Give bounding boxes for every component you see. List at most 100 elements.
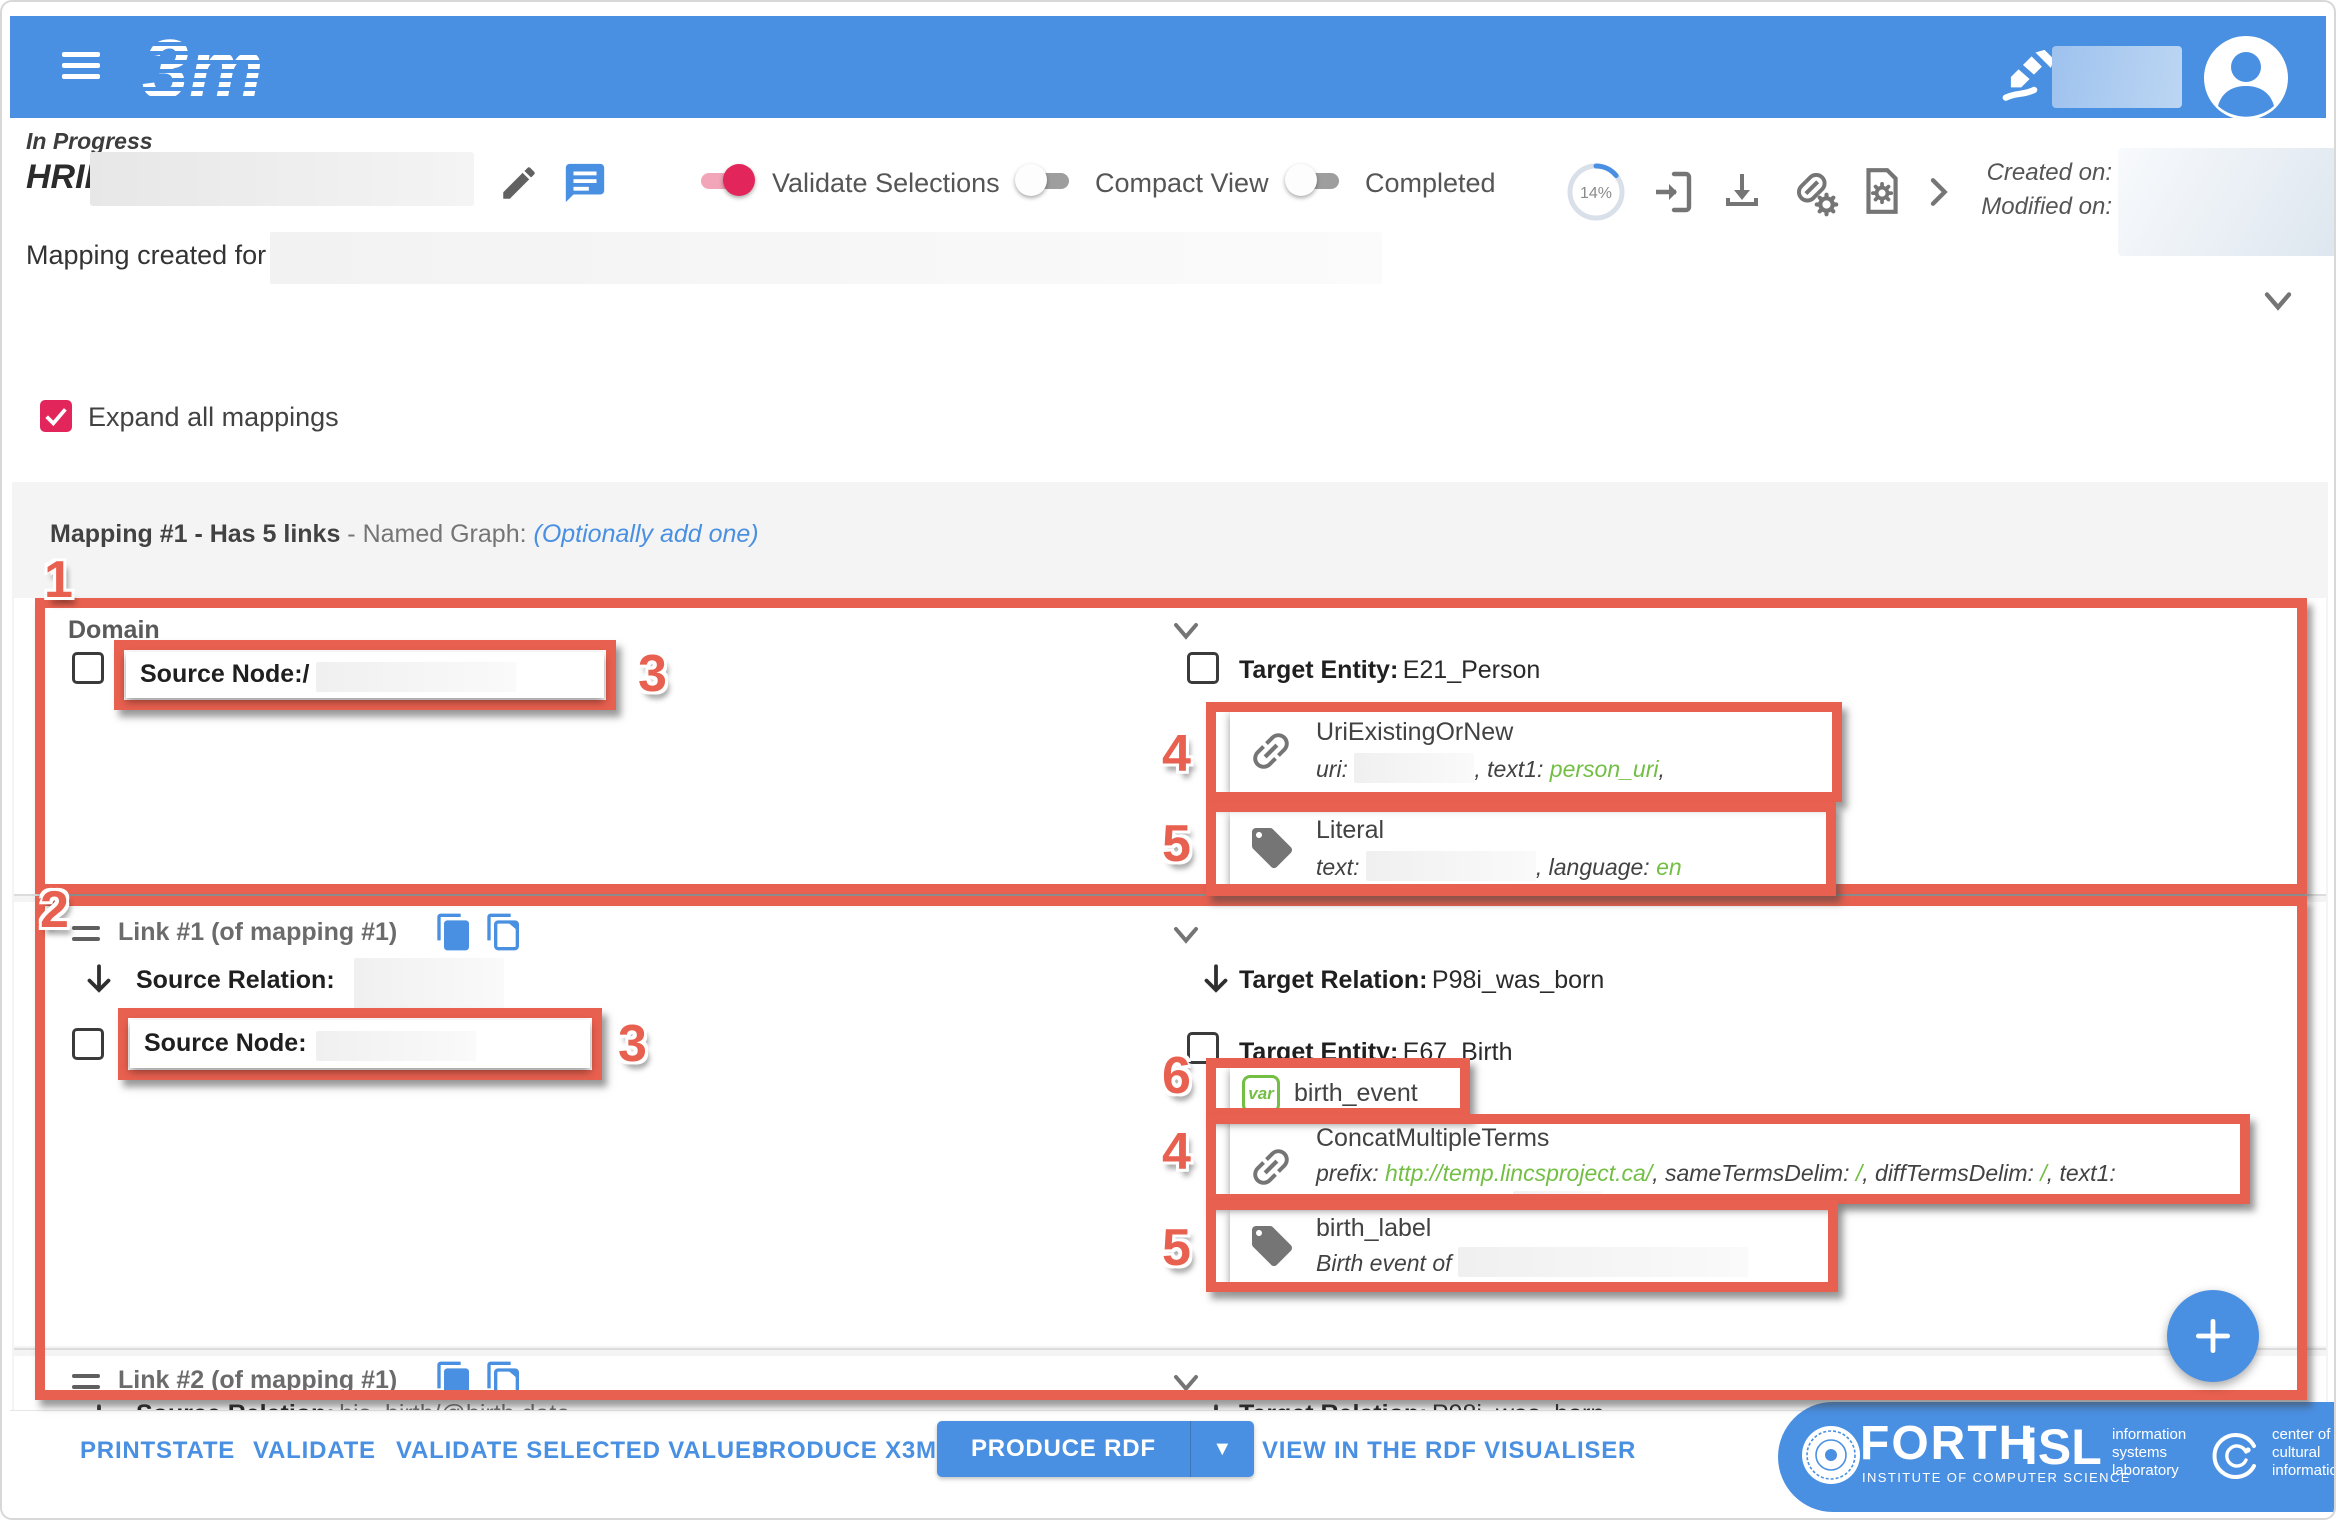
- redacted-value: [1354, 753, 1474, 783]
- redacted-value: [316, 1031, 476, 1061]
- literal-generator-card[interactable]: Literal text: , language: en: [1230, 810, 1826, 888]
- printstate-button[interactable]: PRINTSTATE: [80, 1437, 235, 1465]
- annotation-badge-3: 3: [638, 644, 667, 704]
- cci-lines: center ofculturalinformatics: [2272, 1426, 2336, 1480]
- source-node-label: Source Node:/: [140, 660, 309, 689]
- redacted-value: [354, 958, 504, 1014]
- username-redacted: [2052, 46, 2182, 108]
- validate-selected-values-button[interactable]: VALIDATE SELECTED VALUES: [396, 1437, 769, 1465]
- domain-collapse-chevron-icon[interactable]: [1166, 610, 1206, 650]
- link2-title: Link #2 (of mapping #1): [118, 1366, 397, 1395]
- link1-collapse-chevron-icon[interactable]: [1166, 914, 1206, 954]
- toggle-validate-selections[interactable]: [697, 162, 755, 198]
- target-entity-label: Target Entity:: [1239, 656, 1398, 684]
- toggle-compact-view-label: Compact View: [1095, 168, 1269, 199]
- generator-name: birth_label: [1316, 1214, 1431, 1243]
- app-window: 3m: [0, 0, 2336, 1520]
- top-app-bar: 3m: [10, 16, 2326, 118]
- status-in-progress: In Progress: [26, 128, 153, 155]
- forth-logo-text: FORTH: [1860, 1416, 2035, 1471]
- annotation-badge-1: 1: [44, 550, 73, 610]
- drag-handle-icon[interactable]: [72, 926, 100, 948]
- expand-all-label: Expand all mappings: [88, 402, 339, 433]
- download-icon[interactable]: [1718, 168, 1766, 216]
- mapping-created-for-label: Mapping created for: [26, 240, 266, 271]
- domain-label: Domain: [68, 616, 160, 645]
- document-settings-icon[interactable]: [1856, 166, 1906, 216]
- link1-target-checkbox[interactable]: [1187, 1032, 1219, 1064]
- named-graph-add-link[interactable]: (Optionally add one): [534, 520, 759, 548]
- duplicate-link-icon[interactable]: [434, 1360, 474, 1400]
- tag-icon: [1248, 1222, 1296, 1270]
- link2-source-relation: Source Relation: his_birth/@birth.date: [136, 1400, 570, 1410]
- source-relation-label: Source Relation:: [136, 1400, 335, 1410]
- domain-source-node-input[interactable]: Source Node:/: [126, 652, 604, 698]
- domain-source-checkbox[interactable]: [72, 652, 104, 684]
- produce-x3ml-button[interactable]: PRODUCE X3ML: [752, 1437, 952, 1465]
- expand-all-checkbox[interactable]: [40, 400, 72, 432]
- target-entity-label: Target Entity:: [1239, 1038, 1398, 1066]
- label-generator-card[interactable]: birth_label Birth event of: [1230, 1208, 1828, 1284]
- tag-icon: [1248, 824, 1296, 872]
- domain-target-entity: Target Entity: E21_Person: [1239, 656, 1540, 685]
- dropdown-arrow-icon: ▼: [1212, 1438, 1232, 1461]
- generator-args: text: , language: en: [1316, 850, 1796, 884]
- view-rdf-visualiser-button[interactable]: VIEW IN THE RDF VISUALISER: [1262, 1437, 1636, 1465]
- link1-source-node-input[interactable]: Source Node:: [130, 1020, 590, 1068]
- target-relation-value: P98i_was_born: [1432, 1400, 1604, 1410]
- link2-target-relation: Target Relation: P98i_was_born: [1239, 1400, 1604, 1410]
- toggle-completed-label: Completed: [1365, 168, 1496, 199]
- chevron-right-icon[interactable]: [1918, 172, 1958, 212]
- comment-icon[interactable]: [562, 160, 608, 206]
- link2-collapse-chevron-icon[interactable]: [1166, 1362, 1206, 1402]
- duplicate-link-icon[interactable]: [434, 912, 474, 952]
- copy-link-icon[interactable]: [484, 912, 524, 952]
- source-relation-value: his_birth/@birth.date: [339, 1400, 570, 1410]
- chevron-down-icon[interactable]: [2256, 278, 2300, 322]
- user-avatar-icon[interactable]: [2202, 34, 2290, 122]
- progress-ring: 14%: [1564, 160, 1628, 224]
- validate-button[interactable]: VALIDATE: [253, 1437, 376, 1465]
- app-logo-3m: 3m: [138, 22, 288, 118]
- forth-isl-banner: FORTH INSTITUTE OF COMPUTER SCIENCE iSL …: [1778, 1402, 2336, 1512]
- toggle-compact-view[interactable]: [1015, 162, 1073, 198]
- redacted-value: [1458, 1247, 1748, 1277]
- import-file-icon[interactable]: [1650, 168, 1698, 216]
- variable-card[interactable]: var birth_event: [1230, 1066, 1464, 1122]
- link1-title: Link #1 (of mapping #1): [118, 918, 397, 947]
- arrow-down-icon: [80, 960, 118, 998]
- annotation-badge-5: 5: [1162, 1218, 1191, 1278]
- add-mapping-fab[interactable]: [2167, 1290, 2259, 1382]
- arrow-down-icon: [1197, 1400, 1235, 1410]
- annotate-off-icon[interactable]: [1998, 46, 2060, 108]
- domain-target-checkbox[interactable]: [1187, 652, 1219, 684]
- generator-name: Literal: [1316, 816, 1384, 845]
- modified-on-label: Modified on:: [1960, 190, 2112, 224]
- redacted-value: [316, 662, 516, 692]
- produce-rdf-dropdown[interactable]: ▼: [1190, 1421, 1254, 1477]
- source-node-label: Source Node:: [144, 1029, 307, 1058]
- hamburger-menu-icon[interactable]: [62, 52, 100, 82]
- target-entity-value: E67_Birth: [1403, 1038, 1513, 1066]
- created-modified-labels: Created on: Modified on:: [1960, 156, 2112, 224]
- annotation-badge-6: 6: [1162, 1046, 1191, 1106]
- drag-handle-icon[interactable]: [72, 1374, 100, 1396]
- pencil-edit-icon[interactable]: [498, 162, 540, 204]
- target-relation-value: P98i_was_born: [1432, 966, 1604, 994]
- plus-icon: [2191, 1314, 2235, 1358]
- toggle-completed[interactable]: [1285, 162, 1343, 198]
- section-divider: [14, 1348, 2326, 1350]
- copy-link-icon[interactable]: [484, 1360, 524, 1400]
- cci-logo-icon: [2210, 1430, 2262, 1482]
- annotation-badge-2: 2: [40, 880, 69, 940]
- concat-generator-card[interactable]: ConcatMultipleTerms prefix: http://temp.…: [1230, 1122, 2244, 1198]
- link1-target-entity: Target Entity: E67_Birth: [1239, 1038, 1513, 1067]
- produce-rdf-label: PRODUCE RDF: [937, 1435, 1190, 1463]
- link1-target-relation: Target Relation: P98i_was_born: [1239, 966, 1604, 995]
- produce-rdf-button[interactable]: PRODUCE RDF ▼: [937, 1421, 1254, 1477]
- target-relation-label: Target Relation:: [1239, 1400, 1427, 1410]
- generator-args: Birth event of: [1316, 1246, 1796, 1280]
- uri-generator-card[interactable]: UriExistingOrNew uri: , text1: person_ur…: [1230, 710, 1832, 792]
- link-settings-icon[interactable]: [1786, 164, 1840, 218]
- link1-source-checkbox[interactable]: [72, 1028, 104, 1060]
